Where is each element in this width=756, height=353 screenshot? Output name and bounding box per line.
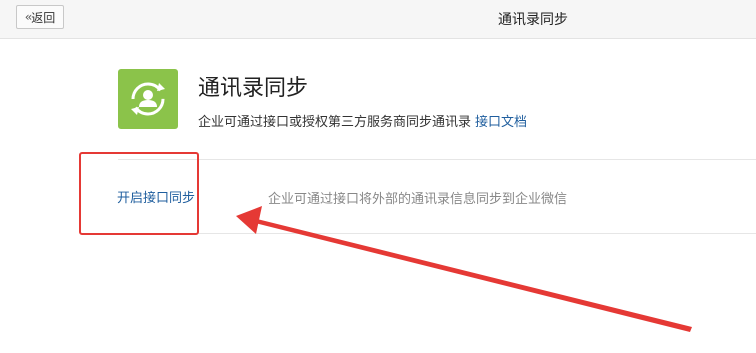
divider <box>118 159 756 160</box>
annotation-highlight-box <box>79 152 199 235</box>
app-title: 通讯录同步 <box>198 76 309 101</box>
app-description-text: 企业可通过接口或授权第三方服务商同步通讯录 <box>198 115 472 130</box>
contacts-sync-icon <box>118 69 178 129</box>
back-button[interactable]: ‹‹ 返回 <box>16 5 64 29</box>
top-bar: ‹‹ 返回 通讯录同步 <box>0 0 756 39</box>
api-doc-link[interactable]: 接口文档 <box>475 115 527 130</box>
page-title: 通讯录同步 <box>498 12 568 28</box>
back-button-label: 返回 <box>31 10 56 25</box>
sync-description: 企业可通过接口将外部的通讯录信息同步到企业微信 <box>268 192 568 207</box>
app-description: 企业可通过接口或授权第三方服务商同步通讯录 接口文档 <box>198 111 527 130</box>
double-chevron-left-icon: ‹‹ <box>24 10 32 24</box>
